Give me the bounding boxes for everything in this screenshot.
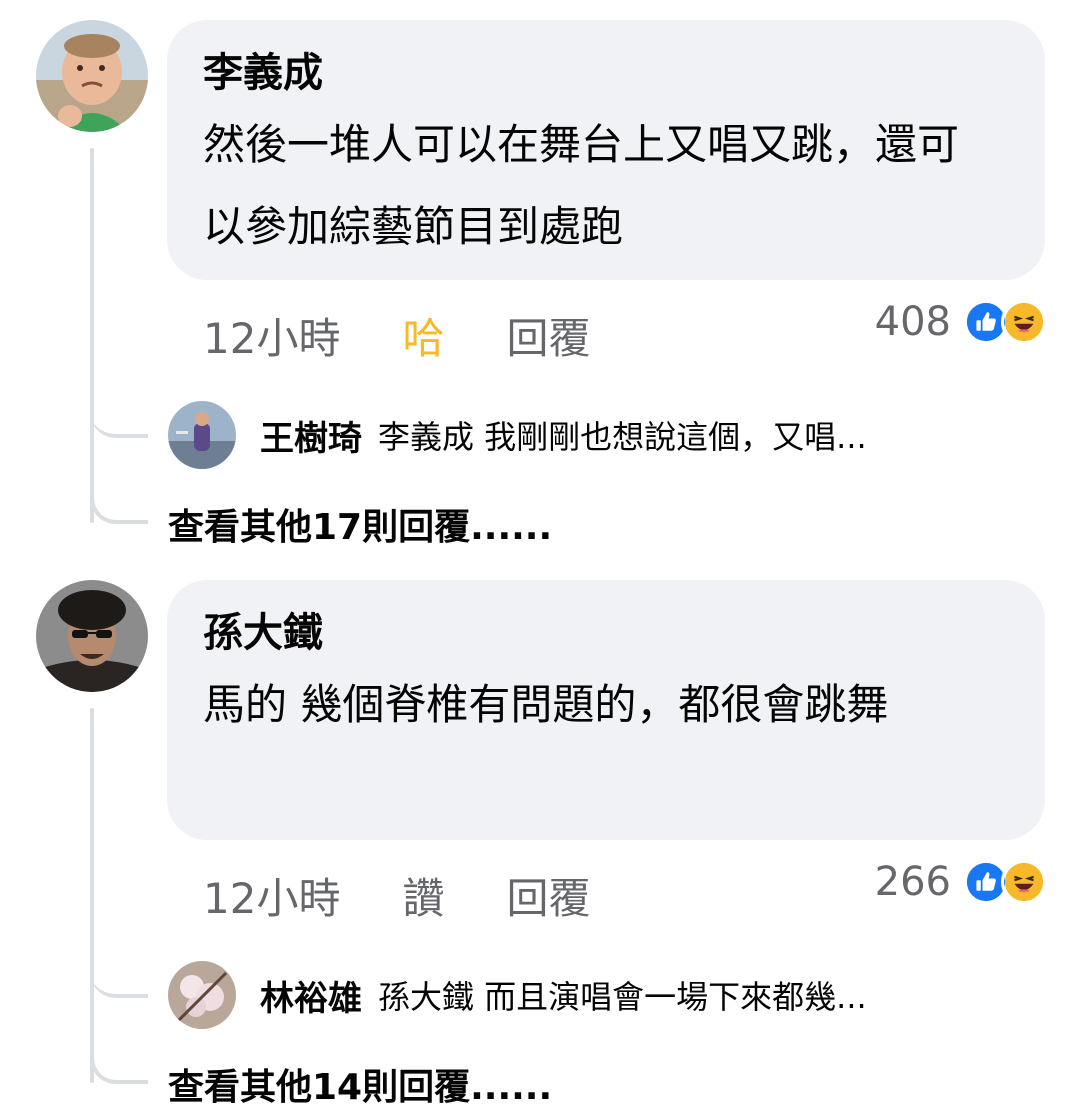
react-button[interactable]: 哈 [402,305,444,366]
haha-icon [1001,859,1047,905]
reply-avatar[interactable] [168,961,236,1029]
view-more-replies[interactable]: 查看其他17則回覆...... [168,498,552,550]
comment-thread: 李義成 然後一堆人可以在舞台上又唱又跳，還可以參加綜藝節目到處跑 12小時 哈 … [0,0,1077,560]
reaction-count: 266 [874,859,951,905]
comment-bubble: 孫大鐵 馬的 幾個脊椎有問題的，都很會跳舞 [167,580,1045,840]
reaction-summary[interactable]: 266 [875,854,1047,910]
view-more-connector [90,1044,148,1084]
comment-text: 馬的 幾個脊椎有問題的，都很會跳舞 [203,680,889,729]
reaction-summary[interactable]: 408 [875,294,1047,350]
reply-connector [90,398,148,438]
comment-timestamp[interactable]: 12小時 [203,305,340,366]
commenter-avatar[interactable] [36,580,148,692]
comment-timestamp[interactable]: 12小時 [203,865,340,926]
reply-connector [90,958,148,998]
reply-author[interactable]: 林裕雄 [260,971,362,1020]
view-more-connector [90,484,148,524]
reply-snippet: 李義成 我剛剛也想說這個，又唱... [378,418,867,456]
thread-line [90,148,94,523]
comment-actions: 12小時 哈 回覆 [203,305,652,365]
thread-line [90,708,94,1083]
commenter-avatar[interactable] [36,20,148,132]
comment-actions: 12小時 讚 回覆 [203,865,652,925]
reply-author[interactable]: 王樹琦 [260,411,362,460]
reply-avatar[interactable] [168,401,236,469]
reply-button[interactable]: 回覆 [506,305,590,366]
reply-button[interactable]: 回覆 [506,865,590,926]
haha-icon [1001,299,1047,345]
reaction-count: 408 [874,299,951,345]
reply-preview[interactable]: 王樹琦 李義成 我剛剛也想說這個，又唱... [168,400,867,470]
reply-snippet: 孫大鐵 而且演唱會一場下來都幾... [378,978,867,1016]
comment-author[interactable]: 孫大鐵 [203,608,1009,658]
reply-preview[interactable]: 林裕雄 孫大鐵 而且演唱會一場下來都幾... [168,960,867,1030]
comment-author[interactable]: 李義成 [203,48,1009,98]
like-button[interactable]: 讚 [402,865,444,926]
comment-bubble: 李義成 然後一堆人可以在舞台上又唱又跳，還可以參加綜藝節目到處跑 [167,20,1045,280]
view-more-replies[interactable]: 查看其他14則回覆...... [168,1058,552,1110]
comment-text: 然後一堆人可以在舞台上又唱又跳，還可以參加綜藝節目到處跑 [203,120,960,251]
comment-thread: 孫大鐵 馬的 幾個脊椎有問題的，都很會跳舞 12小時 讚 回覆 266 林裕雄 … [0,560,1077,1117]
